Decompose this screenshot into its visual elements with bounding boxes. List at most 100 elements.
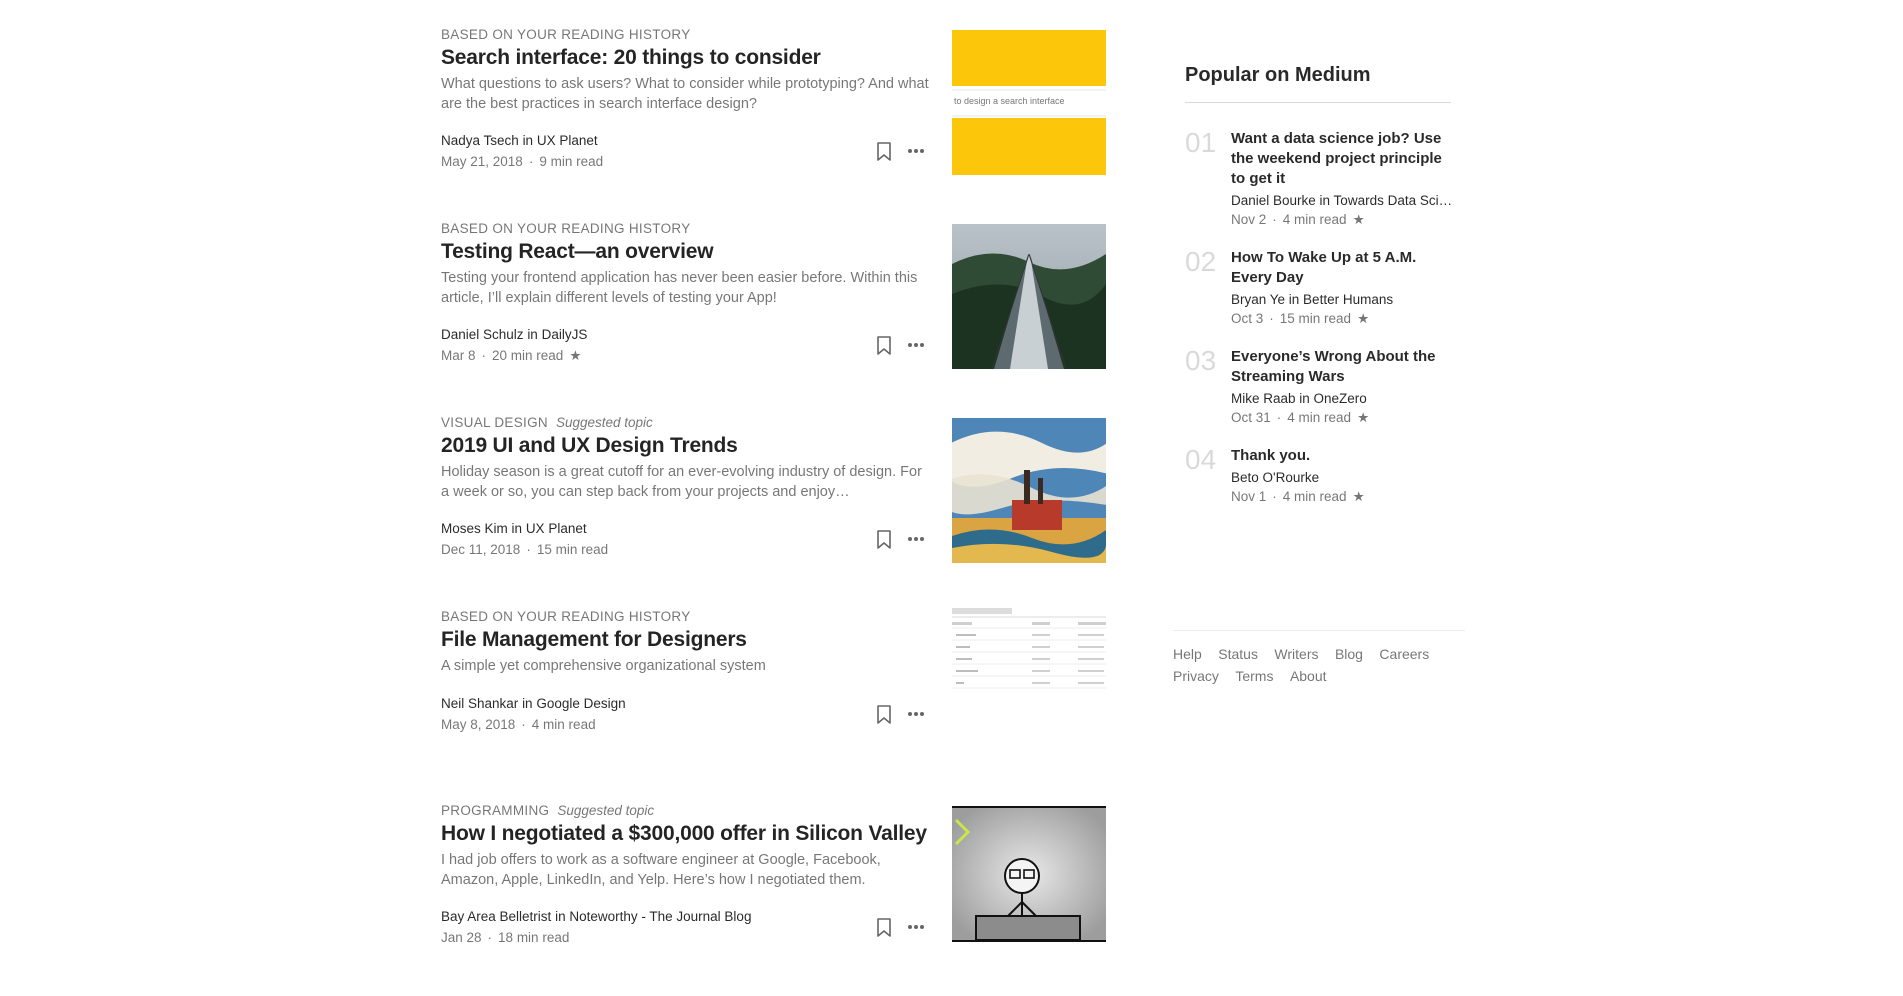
publication-link[interactable]: UX Planet	[537, 133, 598, 148]
popular-author[interactable]: Bryan Ye in Better Humans	[1231, 292, 1453, 307]
popular-item[interactable]: 04 Thank you. Beto O'Rourke Nov 1 · 4 min …	[1185, 444, 1465, 505]
thumbnail-caption: to design a search interface	[954, 96, 1065, 106]
bookmark-icon[interactable]	[875, 916, 893, 938]
more-options-icon[interactable]	[905, 916, 927, 938]
post-date: Dec 11, 2018	[441, 542, 521, 557]
popular-rank: 03	[1185, 345, 1217, 376]
footer-links: Help Status Writers Blog Careers Privacy…	[1173, 630, 1465, 687]
popular-title: Popular on Medium	[1185, 64, 1371, 86]
divider	[1185, 102, 1451, 103]
post-title[interactable]: Testing React—an overview	[441, 239, 929, 265]
bookmark-icon[interactable]	[875, 528, 893, 550]
post-subtitle[interactable]: What questions to ask users? What to con…	[441, 74, 929, 114]
bookmark-icon[interactable]	[875, 140, 893, 162]
post-date: May 21, 2018	[441, 154, 523, 169]
context-label[interactable]: BASED ON YOUR READING HISTORY	[441, 221, 691, 236]
read-time: 20 min read	[492, 348, 564, 363]
footer-link-privacy[interactable]: Privacy	[1173, 668, 1219, 684]
popular-sidebar: Popular on Medium 01 Want a data science…	[1185, 60, 1465, 525]
topic-type: Suggested topic	[555, 415, 653, 430]
publication-link[interactable]: Noteworthy - The Journal Blog	[569, 909, 751, 924]
member-star-icon: ★	[1357, 311, 1370, 326]
footer-link-careers[interactable]: Careers	[1379, 646, 1429, 662]
post-subtitle[interactable]: A simple yet comprehensive organizationa…	[441, 656, 929, 696]
popular-meta: Nov 1 · 4 min read ★	[1231, 489, 1365, 504]
popular-item[interactable]: 01 Want a data science job? Use the week…	[1185, 127, 1465, 228]
author-link[interactable]: Daniel Schulz	[441, 327, 524, 342]
context-label[interactable]: BASED ON YOUR READING HISTORY	[441, 609, 691, 624]
post-thumbnail[interactable]	[952, 608, 1106, 753]
author-link[interactable]: Bay Area Belletrist	[441, 909, 551, 924]
popular-headline[interactable]: How To Wake Up at 5 A.M. Every Day	[1231, 248, 1453, 288]
popular-headline[interactable]: Thank you.	[1231, 446, 1453, 466]
popular-author[interactable]: Daniel Bourke in Towards Data Sci…	[1231, 193, 1453, 208]
footer-link-help[interactable]: Help	[1173, 646, 1202, 662]
context-label[interactable]: VISUAL DESIGN	[441, 415, 548, 430]
post-meta: May 8, 2018 · 4 min read	[441, 717, 596, 732]
publication-link[interactable]: DailyJS	[542, 327, 588, 342]
post-meta: Mar 8 · 20 min read ★	[441, 348, 582, 363]
context-label[interactable]: BASED ON YOUR READING HISTORY	[441, 27, 691, 42]
post-meta: Jan 28 · 18 min read	[441, 930, 570, 945]
post-title[interactable]: Search interface: 20 things to consider	[441, 45, 929, 71]
publication-link[interactable]: UX Planet	[526, 521, 587, 536]
post-thumbnail[interactable]	[952, 806, 1106, 942]
member-star-icon: ★	[1352, 212, 1365, 227]
author-link[interactable]: Nadya Tsech	[441, 133, 519, 148]
more-options-icon[interactable]	[905, 140, 927, 162]
popular-headline[interactable]: Want a data science job? Use the weekend…	[1231, 129, 1453, 189]
read-time: 9 min read	[539, 154, 604, 169]
author-link[interactable]: Moses Kim	[441, 521, 508, 536]
post-byline: Nadya Tsech in UX Planet	[441, 133, 598, 148]
footer-link-blog[interactable]: Blog	[1335, 646, 1363, 662]
publication-link[interactable]: Google Design	[536, 696, 625, 711]
more-options-icon[interactable]	[905, 334, 927, 356]
topic-type: Suggested topic	[557, 803, 655, 818]
post-card: VISUAL DESIGN Suggested topic 2019 UI and…	[441, 414, 1106, 608]
post-title[interactable]: 2019 UI and UX Design Trends	[441, 433, 929, 459]
popular-list: 01 Want a data science job? Use the week…	[1185, 127, 1465, 505]
post-context: BASED ON YOUR READING HISTORY	[441, 608, 929, 626]
member-star-icon: ★	[569, 348, 582, 363]
bookmark-icon[interactable]	[875, 334, 893, 356]
more-options-icon[interactable]	[905, 528, 927, 550]
popular-meta: Nov 2 · 4 min read ★	[1231, 212, 1365, 227]
post-byline: Bay Area Belletrist in Noteworthy - The …	[441, 909, 752, 924]
post-context: VISUAL DESIGN Suggested topic	[441, 414, 929, 432]
footer-link-status[interactable]: Status	[1218, 646, 1258, 662]
popular-headline[interactable]: Everyone’s Wrong About the Streaming War…	[1231, 347, 1453, 387]
footer-link-terms[interactable]: Terms	[1235, 668, 1273, 684]
bookmark-icon[interactable]	[875, 703, 893, 725]
popular-meta: Oct 31 · 4 min read ★	[1231, 410, 1370, 425]
post-title[interactable]: How I negotiated a $300,000 offer in Sil…	[441, 821, 929, 847]
author-link[interactable]: Neil Shankar	[441, 696, 518, 711]
popular-author[interactable]: Beto O'Rourke	[1231, 470, 1453, 485]
post-thumbnail[interactable]: to design a search interface	[952, 30, 1106, 175]
post-card: PROGRAMMING Suggested topic How I negotia…	[441, 802, 1106, 996]
member-star-icon: ★	[1352, 489, 1365, 504]
post-thumbnail[interactable]	[952, 418, 1106, 563]
read-time: 4 min read	[531, 717, 596, 732]
read-time: 18 min read	[498, 930, 570, 945]
popular-rank: 01	[1185, 127, 1217, 158]
post-title[interactable]: File Management for Designers	[441, 627, 929, 653]
popular-item[interactable]: 03 Everyone’s Wrong About the Streaming …	[1185, 345, 1465, 426]
context-label[interactable]: PROGRAMMING	[441, 803, 549, 818]
more-options-icon[interactable]	[905, 703, 927, 725]
post-card: BASED ON YOUR READING HISTORY File Manag…	[441, 608, 1106, 802]
post-context: BASED ON YOUR READING HISTORY	[441, 220, 929, 238]
post-subtitle[interactable]: Holiday season is a great cutoff for an …	[441, 462, 929, 502]
footer-link-about[interactable]: About	[1290, 668, 1327, 684]
post-card: BASED ON YOUR READING HISTORY Testing Re…	[441, 220, 1106, 414]
post-byline: Daniel Schulz in DailyJS	[441, 327, 588, 342]
post-date: Mar 8	[441, 348, 476, 363]
post-thumbnail[interactable]	[952, 224, 1106, 369]
post-byline: Moses Kim in UX Planet	[441, 521, 587, 536]
popular-meta: Oct 3 · 15 min read ★	[1231, 311, 1370, 326]
post-subtitle[interactable]: I had job offers to work as a software e…	[441, 850, 929, 890]
post-context: PROGRAMMING Suggested topic	[441, 802, 929, 820]
footer-link-writers[interactable]: Writers	[1274, 646, 1318, 662]
popular-author[interactable]: Mike Raab in OneZero	[1231, 391, 1453, 406]
popular-item[interactable]: 02 How To Wake Up at 5 A.M. Every Day Br…	[1185, 246, 1465, 327]
post-subtitle[interactable]: Testing your frontend application has ne…	[441, 268, 929, 308]
